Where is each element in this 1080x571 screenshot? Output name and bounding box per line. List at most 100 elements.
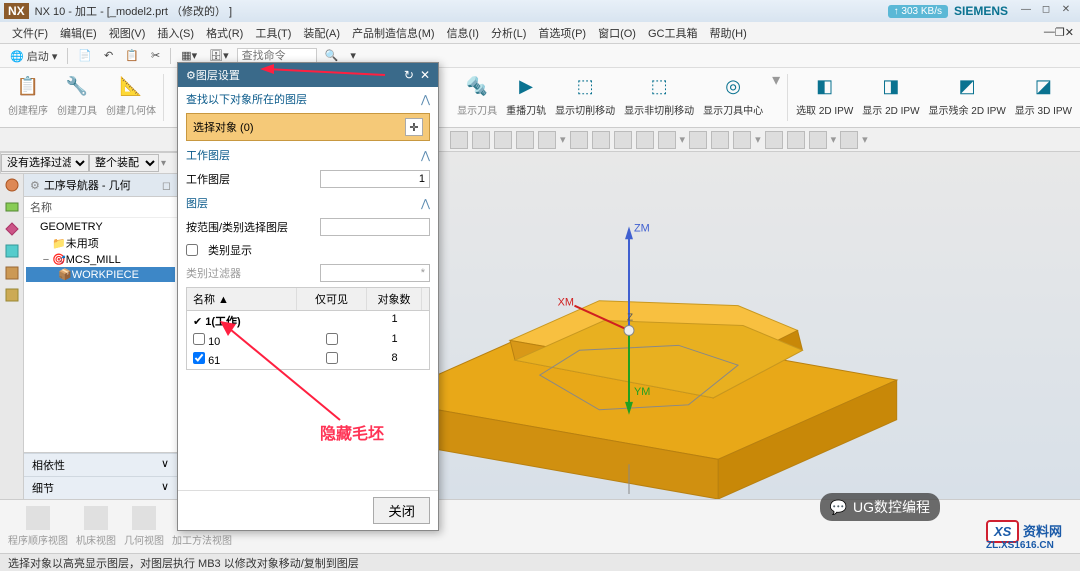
view-program-order[interactable]: 程序顺序视图 [8, 506, 68, 547]
menu-assembly[interactable]: 装配(A) [297, 23, 346, 43]
ribbon-toolbar: 📋创建程序 🔧创建刀具 📐创建几何体 🔩显示刀具 ▶重播刀轨 ⬚显示切削移动 ⬚… [0, 68, 1080, 128]
nav-footer-detail[interactable]: 细节∨ [24, 476, 177, 499]
ribbon-show-toolcenter[interactable]: ◎显示刀具中心 [699, 70, 767, 125]
ribbon-replay-path[interactable]: ▶重播刀轨 [502, 70, 550, 125]
th-visible[interactable]: 仅可见 [297, 288, 367, 310]
th-count[interactable]: 对象数 [367, 288, 422, 310]
ribbon-show-residual[interactable]: ◩显示残余 2D IPW [925, 70, 1010, 125]
nav-icon-7[interactable] [3, 286, 21, 304]
sub-tool-2[interactable] [472, 131, 490, 149]
view-machine[interactable]: 机床视图 [76, 506, 116, 547]
category-filter-label: 类别过滤器 [186, 265, 314, 281]
layer-61-visible-checkbox[interactable] [326, 352, 338, 364]
nav-icon-6[interactable] [3, 264, 21, 282]
range-input[interactable] [320, 218, 430, 236]
sub-tool-15[interactable] [787, 131, 805, 149]
filter-dropdown-2[interactable]: 整个装配 [89, 154, 159, 172]
layer-row-1[interactable]: ✔ 1(工作) 1 [187, 311, 429, 331]
sub-tool-14[interactable] [765, 131, 783, 149]
sub-tool-5[interactable] [538, 131, 556, 149]
select-target-icon[interactable]: ✛ [405, 118, 423, 136]
ribbon-show-noncut[interactable]: ⬚显示非切削移动 [620, 70, 698, 125]
tree-unused[interactable]: 📁 未用项 [26, 234, 175, 252]
tree-mcs-mill[interactable]: −🎯 MCS_MILL [26, 252, 175, 267]
watermark-site: XS 资料网 ZL.XS1616.CN [986, 521, 1062, 551]
ribbon-create-program[interactable]: 📋创建程序 [4, 70, 52, 125]
sub-tool-6[interactable] [570, 131, 588, 149]
sub-tool-8[interactable] [614, 131, 632, 149]
toolbar-button-4[interactable]: ✂ [147, 47, 164, 64]
sub-tool-7[interactable] [592, 131, 610, 149]
close-button[interactable]: 关闭 [373, 497, 430, 524]
toolbar-button-3[interactable]: 📋 [121, 47, 143, 64]
doc-minimize-button[interactable]: — [1044, 26, 1055, 39]
menu-tools[interactable]: 工具(T) [249, 23, 297, 43]
dialog-title-bar[interactable]: ⚙ 图层设置 ↻ ✕ [178, 63, 438, 87]
ribbon-show-3dipw[interactable]: ◪显示 3D IPW [1011, 70, 1076, 125]
nav-footer: 相依性∨ 细节∨ [24, 452, 177, 499]
nav-icon-4[interactable] [3, 220, 21, 238]
ribbon-show-2dipw[interactable]: ◨显示 2D IPW [858, 70, 923, 125]
layer-10-checkbox[interactable] [193, 333, 205, 345]
minimize-button[interactable]: — [1017, 4, 1035, 18]
ribbon-pick-2dipw[interactable]: ◧选取 2D IPW [792, 70, 857, 125]
net-speed-badge: ↑ 303 KB/s [888, 5, 948, 18]
sub-tool-13[interactable] [733, 131, 751, 149]
sub-tool-12[interactable] [711, 131, 729, 149]
menu-file[interactable]: 文件(F) [6, 23, 54, 43]
layer-row-10[interactable]: 10 1 [187, 331, 429, 350]
layer-row-61[interactable]: 61 8 [187, 350, 429, 369]
layer-10-visible-checkbox[interactable] [326, 333, 338, 345]
sub-tool-16[interactable] [809, 131, 827, 149]
menu-edit[interactable]: 编辑(E) [54, 23, 103, 43]
main-area: ⚙ 工序导航器 - 几何 ◻ 名称 GEOMETRY 📁 未用项 −🎯 MCS_… [0, 152, 1080, 499]
sub-tool-17[interactable] [840, 131, 858, 149]
ribbon-create-tool[interactable]: 🔧创建刀具 [53, 70, 101, 125]
section-work-layer[interactable]: 工作图层 ⋀ [178, 143, 438, 167]
select-object-box[interactable]: 选择对象 (0) ✛ [186, 113, 430, 141]
work-layer-input[interactable] [320, 170, 430, 188]
ribbon-show-cut[interactable]: ⬚显示切削移动 [551, 70, 619, 125]
filter-dropdown-1[interactable]: 没有选择过滤器 [1, 154, 89, 172]
view-geometry[interactable]: 几何视图 [124, 506, 164, 547]
menu-insert[interactable]: 插入(S) [151, 23, 200, 43]
nav-icon-3[interactable] [3, 198, 21, 216]
menu-gc[interactable]: GC工具箱 [642, 23, 704, 43]
sub-tool-10[interactable] [658, 131, 676, 149]
sub-tool-11[interactable] [689, 131, 707, 149]
menu-window[interactable]: 窗口(O) [592, 23, 642, 43]
category-display-checkbox[interactable] [186, 244, 198, 256]
sub-tool-4[interactable] [516, 131, 534, 149]
menu-info[interactable]: 信息(I) [441, 23, 485, 43]
doc-close-button[interactable]: ✕ [1065, 26, 1074, 39]
close-window-button[interactable]: ✕ [1057, 4, 1075, 18]
doc-restore-button[interactable]: ❐ [1055, 26, 1065, 39]
menu-analysis[interactable]: 分析(L) [485, 23, 532, 43]
toolbar-button-2[interactable]: ↶ [100, 47, 117, 64]
tree-geometry[interactable]: GEOMETRY [26, 220, 175, 234]
nav-icon-5[interactable] [3, 242, 21, 260]
ribbon-show-tool[interactable]: 🔩显示刀具 [453, 70, 501, 125]
menu-prefs[interactable]: 首选项(P) [532, 23, 592, 43]
nav-footer-dependency[interactable]: 相依性∨ [24, 453, 177, 476]
dialog-reset-button[interactable]: ↻ [404, 68, 414, 82]
tree-workpiece[interactable]: 📦 WORKPIECE [26, 267, 175, 282]
category-filter-input[interactable] [320, 264, 430, 282]
menu-pmi[interactable]: 产品制造信息(M) [346, 23, 441, 43]
layer-61-checkbox[interactable] [193, 352, 205, 364]
nav-icon-2[interactable] [3, 176, 21, 194]
section-layers[interactable]: 图层 ⋀ [178, 191, 438, 215]
start-dropdown[interactable]: 🌐 启动 ▾ [6, 46, 61, 66]
th-name[interactable]: 名称 ▲ [187, 288, 297, 310]
toolbar-button-1[interactable]: 📄 [74, 47, 96, 64]
sub-tool-9[interactable] [636, 131, 654, 149]
menu-format[interactable]: 格式(R) [200, 23, 249, 43]
sub-tool-3[interactable] [494, 131, 512, 149]
menu-help[interactable]: 帮助(H) [703, 23, 752, 43]
sub-tool-1[interactable] [450, 131, 468, 149]
menu-view[interactable]: 视图(V) [103, 23, 152, 43]
maximize-button[interactable]: ◻ [1037, 4, 1055, 18]
section-find-layer[interactable]: 查找以下对象所在的图层 ⋀ [178, 87, 438, 111]
dialog-close-icon[interactable]: ✕ [420, 68, 430, 82]
ribbon-create-geometry[interactable]: 📐创建几何体 [102, 70, 160, 125]
